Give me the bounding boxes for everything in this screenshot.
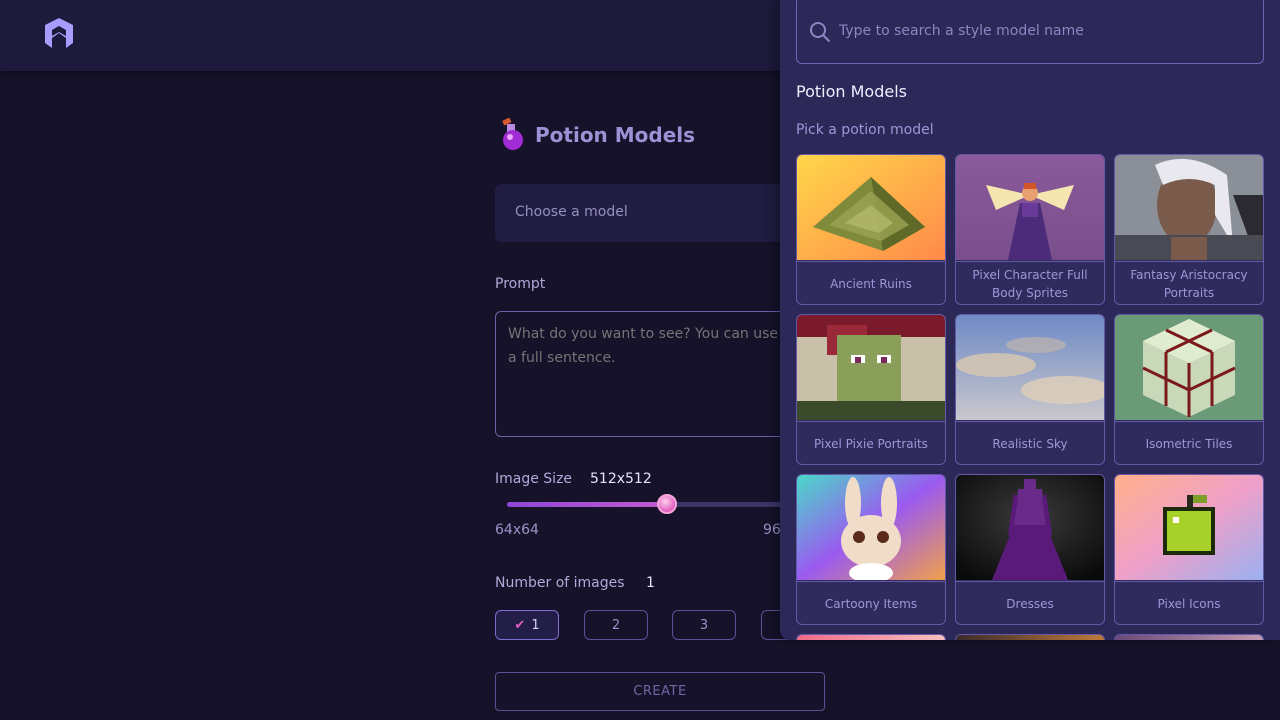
title-row: Potion Models <box>495 118 695 152</box>
model-card-label: Realistic Sky <box>956 421 1104 464</box>
model-card-label: Dresses <box>956 581 1104 624</box>
model-select-placeholder: Choose a model <box>515 204 628 220</box>
image-count-value: 1 <box>646 575 655 591</box>
model-card-cartoony-items[interactable]: Cartoony Items <box>796 474 946 625</box>
model-thumbnail <box>956 635 1104 640</box>
count-option-label: 2 <box>611 617 621 633</box>
model-card-label: Isometric Tiles <box>1115 421 1263 464</box>
model-search[interactable] <box>796 0 1264 64</box>
panel-subheading: Pick a potion model <box>796 122 934 138</box>
model-picker-panel: Potion Models Pick a potion model Ancien… <box>780 0 1280 640</box>
model-thumbnail <box>797 475 945 580</box>
model-card-fantasy-aristocracy[interactable]: Fantasy Aristocracy Portraits <box>1114 154 1264 305</box>
slider-fill <box>507 502 667 507</box>
model-thumbnail <box>797 315 945 420</box>
model-grid: Ancient Ruins Pixel Character Full Body … <box>796 154 1264 640</box>
panel-heading: Potion Models <box>796 82 907 101</box>
count-option-label: 1 <box>531 617 540 633</box>
count-option-1[interactable]: ✔ 1 <box>495 610 559 640</box>
model-search-input[interactable] <box>839 15 1239 47</box>
model-thumbnail <box>1115 315 1263 420</box>
check-icon: ✔ <box>514 617 526 633</box>
count-option-label: 3 <box>699 617 709 633</box>
image-size-min: 64x64 <box>495 522 539 538</box>
count-option-3[interactable]: 3 <box>672 610 736 640</box>
model-card-partial[interactable] <box>796 634 946 640</box>
model-card-label: Pixel Pixie Portraits <box>797 421 945 464</box>
model-thumbnail <box>956 475 1104 580</box>
model-card-pixel-character[interactable]: Pixel Character Full Body Sprites <box>955 154 1105 305</box>
model-card-partial[interactable] <box>955 634 1105 640</box>
image-count-label: Number of images <box>495 575 625 591</box>
slider-thumb[interactable] <box>657 494 677 514</box>
model-thumbnail <box>956 155 1104 260</box>
model-thumbnail <box>1115 155 1263 260</box>
app-logo-icon[interactable] <box>42 16 76 50</box>
model-thumbnail <box>797 635 945 640</box>
create-button[interactable]: CREATE <box>495 672 825 711</box>
model-card-pixel-pixie[interactable]: Pixel Pixie Portraits <box>796 314 946 465</box>
count-option-2[interactable]: 2 <box>584 610 648 640</box>
potion-icon <box>502 118 523 150</box>
create-button-label: CREATE <box>633 684 687 699</box>
model-card-isometric-tiles[interactable]: Isometric Tiles <box>1114 314 1264 465</box>
image-size-label: Image Size <box>495 471 573 487</box>
model-card-label: Fantasy Aristocracy Portraits <box>1115 261 1263 304</box>
model-thumbnail <box>1115 635 1263 640</box>
model-card-dresses[interactable]: Dresses <box>955 474 1105 625</box>
model-card-ancient-ruins[interactable]: Ancient Ruins <box>796 154 946 305</box>
prompt-label: Prompt <box>495 276 546 292</box>
image-size-value: 512x512 <box>590 471 652 487</box>
model-card-pixel-icons[interactable]: Pixel Icons <box>1114 474 1264 625</box>
model-card-label: Pixel Icons <box>1115 581 1263 624</box>
model-card-label: Cartoony Items <box>797 581 945 624</box>
page-title: Potion Models <box>535 123 696 147</box>
model-thumbnail <box>956 315 1104 420</box>
model-card-partial[interactable] <box>1114 634 1264 640</box>
model-card-label: Pixel Character Full Body Sprites <box>956 261 1104 304</box>
model-thumbnail <box>1115 475 1263 580</box>
search-icon <box>810 22 830 42</box>
model-card-label: Ancient Ruins <box>797 261 945 304</box>
model-card-realistic-sky[interactable]: Realistic Sky <box>955 314 1105 465</box>
model-thumbnail <box>797 155 945 260</box>
